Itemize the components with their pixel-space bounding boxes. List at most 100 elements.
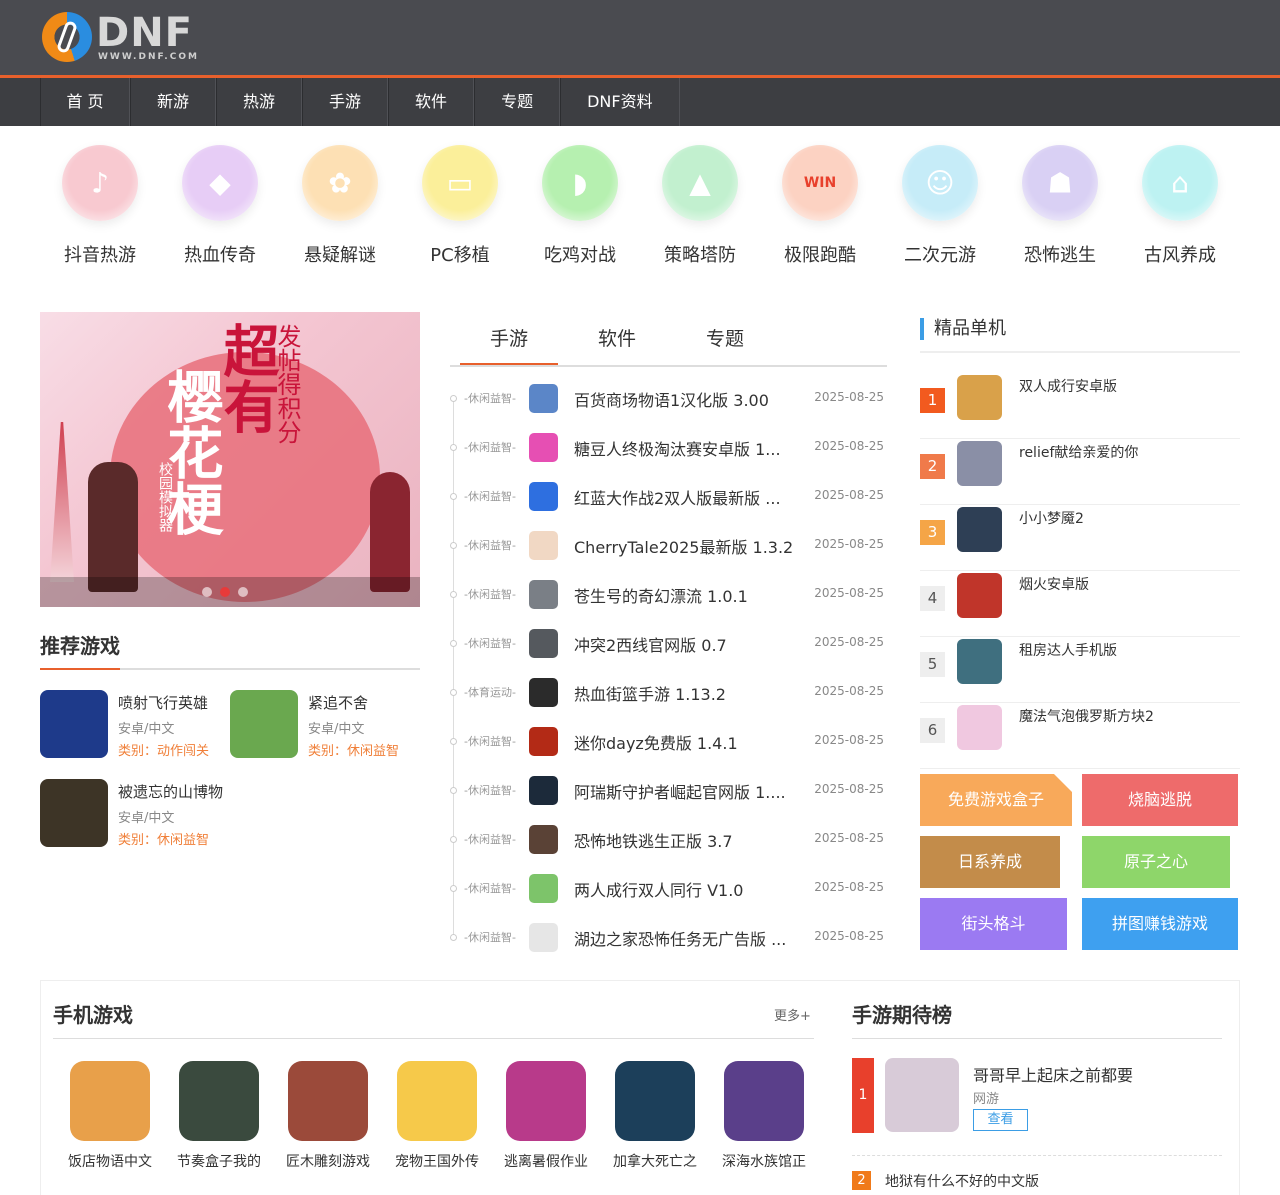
tab-1[interactable]: 软件 (568, 315, 666, 365)
tag-button[interactable]: 烧脑逃脱 (1082, 774, 1238, 826)
mobile-game-item[interactable]: 节奏盒子我的 (169, 1061, 269, 1171)
tag-button[interactable]: 日系养成 (920, 836, 1060, 888)
game-icon[interactable] (179, 1061, 259, 1141)
game-icon[interactable] (529, 776, 558, 805)
list-row[interactable]: -休闲益智- 冲突2西线官网版 0.7 2025-08-25 (450, 619, 887, 668)
game-icon[interactable] (957, 375, 1002, 420)
game-name[interactable]: 紧追不舍 (308, 692, 368, 713)
ranking-item[interactable]: 6 魔法气泡俄罗斯方块2 (920, 703, 1240, 769)
list-row[interactable]: -休闲益智- 红蓝大作战2双人版最新版 ... 2025-08-25 (450, 472, 887, 521)
tiktok-icon[interactable]: ♪ (62, 145, 138, 221)
nav-item[interactable]: DNF资料 (560, 78, 680, 126)
game-name[interactable]: 阿瑞斯守护者崛起官网版 1.... (574, 779, 786, 803)
game-icon[interactable] (529, 825, 558, 854)
category-item[interactable]: ☗ 恐怖逃生 (1000, 145, 1120, 267)
category-item[interactable]: ♪ 抖音热游 (40, 145, 160, 267)
game-icon[interactable] (957, 705, 1002, 750)
game-icon[interactable] (724, 1061, 804, 1141)
category-item[interactable]: ☺ 二次元游 (880, 145, 1000, 267)
ghost-icon[interactable]: ☗ (1022, 145, 1098, 221)
game-name[interactable]: 节奏盒子我的 (169, 1151, 269, 1171)
recommend-item[interactable]: 被遗忘的山博物 安卓/中文 类别：休闲益智 (40, 779, 223, 849)
ranking-item[interactable]: 1 双人成行安卓版 (920, 373, 1240, 439)
game-name[interactable]: 加拿大死亡之 (605, 1151, 705, 1171)
list-row[interactable]: -休闲益智- 恐怖地铁逃生正版 3.7 2025-08-25 (450, 815, 887, 864)
ranking-item[interactable]: 2 relief献给亲爱的你 (920, 439, 1240, 505)
game-name[interactable]: 湖边之家恐怖任务无广告版 ... (574, 926, 786, 950)
game-name[interactable]: 魔法气泡俄罗斯方块2 (1019, 706, 1154, 726)
game-name[interactable]: 饭店物语中文 (60, 1151, 160, 1171)
laptop-icon[interactable]: ▭ (422, 145, 498, 221)
banner-dot[interactable] (238, 587, 248, 597)
game-name[interactable]: 糖豆人终极淘汰赛安卓版 1... (574, 436, 781, 460)
game-icon[interactable] (615, 1061, 695, 1141)
game-name[interactable]: 深海水族馆正 (714, 1151, 814, 1171)
nav-item[interactable]: 专题 (474, 78, 561, 126)
game-name[interactable]: 被遗忘的山博物 (118, 781, 223, 802)
game-icon[interactable] (529, 629, 558, 658)
game-icon[interactable] (529, 384, 558, 413)
mobile-game-item[interactable]: 深海水族馆正 (714, 1061, 814, 1171)
game-name[interactable]: 苍生号的奇幻漂流 1.0.1 (574, 583, 748, 607)
category-item[interactable]: ✿ 悬疑解谜 (280, 145, 400, 267)
game-name[interactable]: 宠物王国外传 (387, 1151, 487, 1171)
category-item[interactable]: ▭ PC移植 (400, 145, 520, 267)
game-icon[interactable] (885, 1058, 959, 1132)
category-item[interactable]: ▲ 策略塔防 (640, 145, 760, 267)
game-icon[interactable] (70, 1061, 150, 1141)
game-name[interactable]: 冲突2西线官网版 0.7 (574, 632, 727, 656)
brain-icon[interactable]: ✿ (302, 145, 378, 221)
nav-item[interactable]: 新游 (130, 78, 217, 126)
category-item[interactable]: ◗ 吃鸡对战 (520, 145, 640, 267)
game-icon[interactable] (529, 727, 558, 756)
ranking-item[interactable]: 5 租房达人手机版 (920, 637, 1240, 703)
game-name[interactable]: 地狱有什么不好的中文版 (885, 1171, 1039, 1191)
robot-icon[interactable]: ☺ (902, 145, 978, 221)
game-icon[interactable] (957, 441, 1002, 486)
nav-item[interactable]: 热游 (216, 78, 303, 126)
scholar-hat-icon[interactable]: ⌂ (1142, 145, 1218, 221)
ranking-item[interactable]: 3 小小梦魇2 (920, 505, 1240, 571)
list-row[interactable]: -休闲益智- CherryTale2025最新版 1.3.2 2025-08-25 (450, 521, 887, 570)
game-name[interactable]: 红蓝大作战2双人版最新版 ... (574, 485, 781, 509)
nav-item[interactable]: 手游 (302, 78, 389, 126)
game-name[interactable]: 百货商场物语1汉化版 3.00 (574, 387, 769, 411)
game-icon[interactable] (957, 573, 1002, 618)
game-name[interactable]: 迷你dayz免费版 1.4.1 (574, 730, 738, 754)
mobile-game-item[interactable]: 饭店物语中文 (60, 1061, 160, 1171)
tag-button[interactable]: 拼图赚钱游戏 (1082, 898, 1238, 950)
view-button[interactable]: 查看 (973, 1109, 1028, 1131)
game-icon[interactable] (957, 507, 1002, 552)
game-icon[interactable] (529, 678, 558, 707)
list-row[interactable]: -休闲益智- 苍生号的奇幻漂流 1.0.1 2025-08-25 (450, 570, 887, 619)
game-icon[interactable] (529, 580, 558, 609)
tab-0[interactable]: 手游 (460, 315, 558, 365)
nav-item[interactable]: 首 页 (40, 78, 130, 126)
game-name[interactable]: 两人成行双人同行 V1.0 (574, 877, 743, 901)
helmet-icon[interactable]: ◗ (542, 145, 618, 221)
list-row[interactable]: -休闲益智- 百货商场物语1汉化版 3.00 2025-08-25 (450, 374, 887, 423)
tent-icon[interactable]: ▲ (662, 145, 738, 221)
site-logo[interactable]: DNF WWW.DNF.COM (40, 10, 210, 66)
game-name[interactable]: CherryTale2025最新版 1.3.2 (574, 534, 793, 558)
game-name[interactable]: 匠木雕刻游戏 (278, 1151, 378, 1171)
game-icon[interactable] (40, 690, 108, 758)
more-link[interactable]: 更多+ (774, 1005, 811, 1024)
game-name[interactable]: 哥哥早上起床之前都要 (973, 1062, 1133, 1086)
expected-item-top[interactable]: 1 哥哥早上起床之前都要 网游 查看 (852, 1058, 1222, 1156)
mobile-game-item[interactable]: 逃离暑假作业 (496, 1061, 596, 1171)
list-row[interactable]: -休闲益智- 湖边之家恐怖任务无广告版 ... 2025-08-25 (450, 913, 887, 962)
game-name[interactable]: 恐怖地铁逃生正版 3.7 (574, 828, 733, 852)
category-item[interactable]: ⌂ 古风养成 (1120, 145, 1240, 267)
game-icon[interactable] (288, 1061, 368, 1141)
game-icon[interactable] (506, 1061, 586, 1141)
list-row[interactable]: -休闲益智- 阿瑞斯守护者崛起官网版 1.... 2025-08-25 (450, 766, 887, 815)
banner-dot[interactable] (202, 587, 212, 597)
list-row[interactable]: -休闲益智- 两人成行双人同行 V1.0 2025-08-25 (450, 864, 887, 913)
game-icon[interactable] (529, 923, 558, 952)
game-icon[interactable] (397, 1061, 477, 1141)
game-icon[interactable] (529, 531, 558, 560)
game-name[interactable]: 双人成行安卓版 (1019, 376, 1117, 396)
recommend-item[interactable]: 喷射飞行英雄 安卓/中文 类别：动作闯关 (40, 690, 220, 760)
tag-button[interactable]: 原子之心 (1082, 836, 1230, 888)
